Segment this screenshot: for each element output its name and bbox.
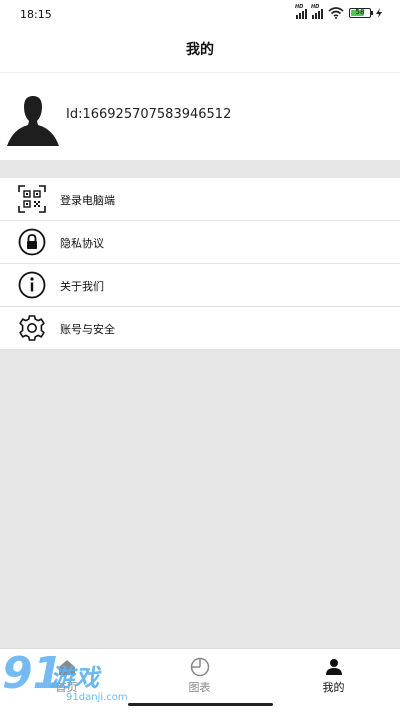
menu-item-label: 登录电脑端 bbox=[60, 194, 115, 207]
tab-mine[interactable]: 我的 bbox=[267, 649, 400, 712]
tab-label: 图表 bbox=[188, 681, 211, 694]
status-time: 18:15 bbox=[20, 8, 52, 21]
status-bar: 18:15 HD HD 58 bbox=[0, 0, 400, 30]
menu-item-privacy[interactable]: 隐私协议 bbox=[0, 221, 400, 264]
menu-item-label: 账号与安全 bbox=[60, 323, 115, 336]
home-indicator[interactable] bbox=[128, 703, 273, 706]
menu-item-label: 隐私协议 bbox=[60, 237, 104, 250]
menu-item-label: 关于我们 bbox=[60, 280, 104, 293]
watermark-brand: 游戏 bbox=[50, 664, 100, 692]
qr-code-icon bbox=[18, 185, 46, 213]
battery-level: 58 bbox=[355, 8, 365, 16]
battery-icon: 58 bbox=[349, 8, 373, 18]
chart-icon bbox=[190, 657, 209, 677]
tab-label: 我的 bbox=[322, 681, 345, 694]
signal-icon-2: HD bbox=[311, 4, 323, 19]
settings-menu: 登录电脑端 隐私协议 关于我们 账号与安全 bbox=[0, 178, 400, 350]
wifi-icon bbox=[328, 7, 344, 19]
watermark-logo: 91 游戏 91danji.com bbox=[0, 648, 140, 711]
menu-item-about[interactable]: 关于我们 bbox=[0, 264, 400, 307]
page-title: 我的 bbox=[186, 42, 214, 58]
watermark-site: 91danji.com bbox=[66, 692, 128, 703]
title-bar: 我的 bbox=[0, 30, 400, 73]
menu-item-login-pc[interactable]: 登录电脑端 bbox=[0, 178, 400, 221]
signal-icon: HD bbox=[295, 4, 307, 19]
charging-icon bbox=[376, 8, 382, 18]
lock-icon bbox=[18, 228, 46, 256]
gear-icon bbox=[19, 315, 45, 341]
person-icon bbox=[325, 659, 342, 675]
profile-card[interactable]: Id:166925707583946512 bbox=[0, 73, 400, 160]
avatar[interactable] bbox=[7, 94, 59, 146]
info-icon bbox=[18, 271, 46, 299]
menu-item-account-security[interactable]: 账号与安全 bbox=[0, 307, 400, 350]
status-icons: HD HD 58 bbox=[295, 4, 382, 19]
user-id: Id:166925707583946512 bbox=[66, 107, 232, 122]
